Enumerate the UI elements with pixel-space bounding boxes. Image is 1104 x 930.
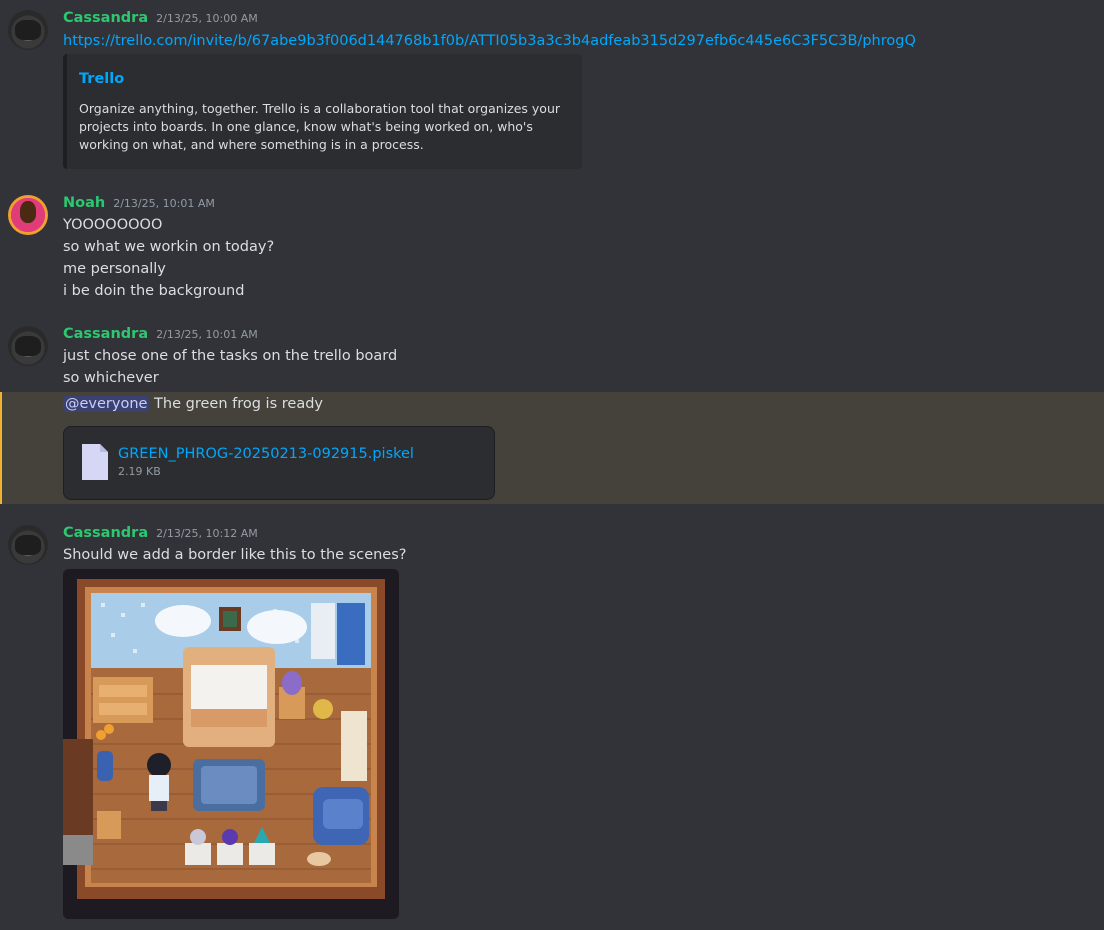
- avatar[interactable]: [8, 195, 48, 235]
- username[interactable]: Cassandra: [63, 10, 148, 26]
- timestamp: 2/13/25, 10:01 AM: [113, 197, 215, 210]
- message-text: @everyone The green frog is ready: [63, 393, 323, 415]
- file-attachment[interactable]: GREEN_PHROG-20250213-092915.piskel 2.19 …: [63, 426, 495, 500]
- trello-link[interactable]: https://trello.com/invite/b/67abe9b3f006…: [63, 30, 916, 52]
- avatar[interactable]: [8, 525, 48, 565]
- mention-text: The green frog is ready: [149, 396, 323, 412]
- message-group: Cassandra 2/13/25, 10:00 AM https://trel…: [0, 0, 1104, 180]
- everyone-mention[interactable]: @everyone: [63, 396, 150, 412]
- avatar[interactable]: [8, 10, 48, 50]
- image-attachment[interactable]: [63, 569, 399, 919]
- message-text: me personally: [63, 261, 166, 277]
- timestamp: 2/13/25, 10:12 AM: [156, 527, 258, 540]
- embed-description: Organize anything, together. Trello is a…: [79, 101, 561, 152]
- file-name[interactable]: GREEN_PHROG-20250213-092915.piskel: [118, 446, 414, 462]
- message-text: Should we add a border like this to the …: [63, 547, 407, 563]
- message-header: Cassandra 2/13/25, 10:12 AM: [63, 525, 258, 545]
- timestamp: 2/13/25, 10:01 AM: [156, 328, 258, 341]
- pixel-room-image: [63, 569, 399, 919]
- message-text: so whichever: [63, 370, 159, 386]
- embed-title[interactable]: Trello: [79, 71, 124, 87]
- username[interactable]: Noah: [63, 195, 105, 211]
- username[interactable]: Cassandra: [63, 326, 148, 342]
- message-header: Cassandra 2/13/25, 10:00 AM: [63, 10, 258, 30]
- message-text: i be doin the background: [63, 283, 245, 299]
- timestamp: 2/13/25, 10:00 AM: [156, 12, 258, 25]
- link-embed: Trello Organize anything, together. Trel…: [63, 54, 582, 169]
- username[interactable]: Cassandra: [63, 525, 148, 541]
- message-text: so what we workin on today?: [63, 239, 275, 255]
- avatar[interactable]: [8, 326, 48, 366]
- file-icon: [82, 444, 108, 480]
- message-text: just chose one of the tasks on the trell…: [63, 348, 398, 364]
- message-header: Noah 2/13/25, 10:01 AM: [63, 195, 215, 215]
- file-size: 2.19 KB: [118, 465, 161, 478]
- message-text: YOOOOOOOO: [63, 217, 163, 233]
- message-header: Cassandra 2/13/25, 10:01 AM: [63, 326, 258, 346]
